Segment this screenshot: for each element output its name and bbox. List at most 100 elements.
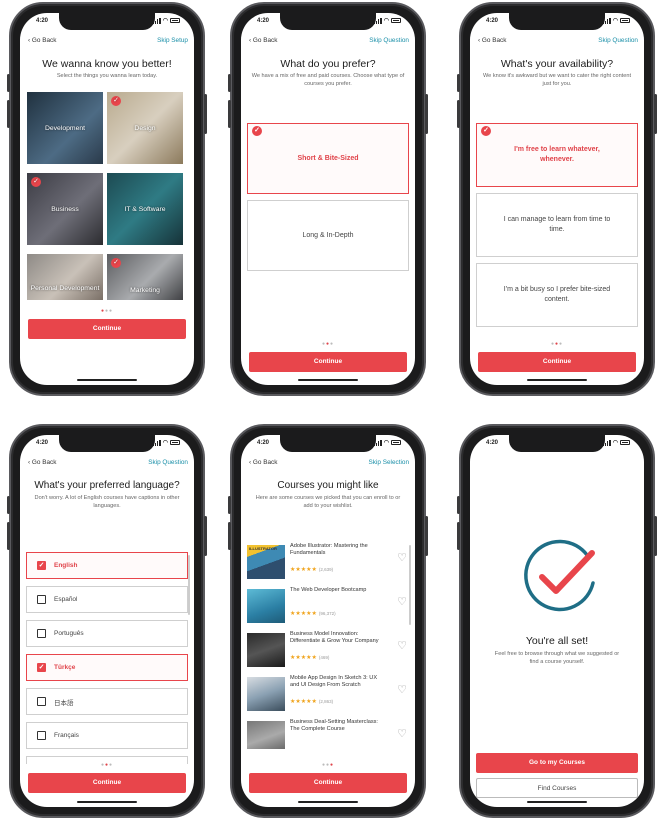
language-japanese[interactable]: 日本語 (26, 688, 188, 715)
continue-button[interactable]: Continue (28, 319, 186, 339)
check-icon: ✓ (111, 96, 121, 106)
battery-icon (391, 440, 401, 445)
course-item[interactable]: Business Model Innovation: Differentiate… (247, 631, 409, 673)
page-dots: ●●● (550, 341, 564, 347)
course-item[interactable]: Mobile App Design In Sketch 3: UX and UI… (247, 675, 409, 717)
checkbox-icon (37, 595, 46, 604)
wifi-icon: ◠ (162, 440, 168, 446)
screen-availability: 4:20 ◠ ‹ Go Back Skip Question What's yo… (470, 13, 644, 385)
find-courses-button[interactable]: Find Courses (476, 778, 638, 798)
wishlist-heart-icon[interactable]: ♡ (397, 727, 407, 740)
page-subtitle: We know it's awkward but we want to cate… (482, 73, 632, 87)
phone-5: 4:20 ◠ ‹ Go Back Skip Selection Courses … (228, 424, 428, 818)
check-icon: ✓ (481, 126, 491, 136)
screen-interests: 4:20 ◠ ‹ Go Back Skip Setup We wanna kno… (20, 13, 194, 385)
wifi-icon: ◠ (612, 18, 618, 24)
battery-icon (620, 18, 630, 23)
rating-stars: ★★★★★ (2,639) (290, 567, 334, 573)
tile-design[interactable]: ✓ Design (107, 92, 183, 164)
page-subtitle: We have a mix of free and paid courses. … (251, 73, 405, 87)
wishlist-heart-icon[interactable]: ♡ (397, 639, 407, 652)
page-subtitle: Feel free to browse through what we sugg… (494, 651, 620, 665)
phone-3: 4:20 ◠ ‹ Go Back Skip Question What's yo… (457, 2, 657, 396)
page-dots: ●●● (321, 762, 335, 768)
checkbox-icon: ✓ (37, 663, 46, 672)
tile-business[interactable]: ✓ Business (27, 173, 103, 245)
battery-icon (391, 18, 401, 23)
status-time: 4:20 (257, 18, 270, 24)
check-icon: ✓ (252, 126, 262, 136)
wishlist-heart-icon[interactable]: ♡ (397, 595, 407, 608)
status-time: 4:20 (257, 440, 270, 446)
page-subtitle: Here are some courses we picked that you… (255, 495, 401, 509)
tile-personal-development[interactable]: Personal Development (27, 254, 103, 300)
phone-1: 4:20 ◠ ‹ Go Back Skip Setup We wanna kno… (7, 2, 207, 396)
skip-question-link[interactable]: Skip Question (598, 37, 638, 44)
screen-courses: 4:20 ◠ ‹ Go Back Skip Selection Courses … (241, 435, 415, 807)
wishlist-heart-icon[interactable]: ♡ (397, 551, 407, 564)
screen-preference: 4:20 ◠ ‹ Go Back Skip Question What do y… (241, 13, 415, 385)
status-time: 4:20 (486, 18, 499, 24)
language-espanol[interactable]: Español (26, 586, 188, 613)
page-dots: ●●● (100, 308, 114, 314)
course-thumbnail (247, 633, 285, 667)
language-francais[interactable]: Français (26, 722, 188, 749)
scrollbar[interactable] (188, 555, 190, 615)
option-sometimes[interactable]: I can manage to learn from time to time. (476, 193, 638, 257)
language-portugues[interactable]: Português (26, 620, 188, 647)
scrollbar[interactable] (409, 545, 411, 625)
page-title: What's your availability? (500, 58, 614, 70)
check-icon: ✓ (111, 258, 121, 268)
back-button[interactable]: ‹ Go Back (478, 37, 506, 44)
tile-marketing[interactable]: ✓ Marketing (107, 254, 183, 300)
course-thumbnail (247, 589, 285, 623)
continue-button[interactable]: Continue (28, 773, 186, 793)
back-button[interactable]: ‹ Go Back (28, 37, 56, 44)
continue-button[interactable]: Continue (249, 773, 407, 793)
course-item[interactable]: Business Deal-Setting Masterclass: The C… (247, 719, 409, 749)
wishlist-heart-icon[interactable]: ♡ (397, 683, 407, 696)
course-item[interactable]: ILLUSTRATOR Adobe Illustrator: Mastering… (247, 543, 409, 585)
option-long[interactable]: Long & In-Depth (247, 200, 409, 271)
page-title: What's your preferred language? (34, 480, 180, 491)
tile-development[interactable]: Development (27, 92, 103, 164)
course-thumbnail (247, 721, 285, 749)
page-title: What do you prefer? (280, 58, 376, 70)
page-subtitle: Don't worry. A lot of English courses ha… (34, 495, 180, 509)
continue-button[interactable]: Continue (249, 352, 407, 372)
page-dots: ●●● (100, 762, 114, 768)
skip-setup-link[interactable]: Skip Setup (157, 37, 188, 44)
wifi-icon: ◠ (162, 18, 168, 24)
option-short[interactable]: ✓ Short & Bite-Sized (247, 123, 409, 194)
screen-language: 4:20 ◠ ‹ Go Back Skip Question What's yo… (20, 435, 194, 807)
course-item[interactable]: The Web Developer Bootcamp ★★★★★ (96,372) … (247, 587, 409, 629)
screen-complete: 4:20 ◠ You're all set! Feel free to brow… (470, 435, 644, 807)
page-title: We wanna know you better! (42, 58, 172, 70)
language-english[interactable]: ✓ English (26, 552, 188, 579)
page-title: Courses you might like (277, 480, 379, 491)
status-time: 4:20 (36, 18, 49, 24)
option-free[interactable]: ✓ I'm free to learn whatever, whenever. (476, 123, 638, 187)
skip-question-link[interactable]: Skip Question (148, 459, 188, 466)
checkbox-icon (37, 731, 46, 740)
option-busy[interactable]: I'm a bit busy so I prefer bite-sized co… (476, 263, 638, 327)
course-thumbnail: ILLUSTRATOR (247, 545, 285, 579)
phone-2: 4:20 ◠ ‹ Go Back Skip Question What do y… (228, 2, 428, 396)
back-button[interactable]: ‹ Go Back (249, 37, 277, 44)
phone-4: 4:20 ◠ ‹ Go Back Skip Question What's yo… (7, 424, 207, 818)
go-to-courses-button[interactable]: Go to my Courses (476, 753, 638, 773)
continue-button[interactable]: Continue (478, 352, 636, 372)
back-button[interactable]: ‹ Go Back (249, 459, 277, 466)
wifi-icon: ◠ (383, 440, 389, 446)
status-time: 4:20 (486, 440, 499, 446)
course-title: Business Model Innovation: Differentiate… (290, 631, 379, 644)
back-button[interactable]: ‹ Go Back (28, 459, 56, 466)
language-turkce[interactable]: ✓ Türkçe (26, 654, 188, 681)
phone-6: 4:20 ◠ You're all set! Feel free to brow… (457, 424, 657, 818)
battery-icon (170, 440, 180, 445)
rating-stars: ★★★★★ (469) (290, 655, 330, 661)
skip-question-link[interactable]: Skip Question (369, 37, 409, 44)
success-check-icon (524, 539, 595, 612)
skip-selection-link[interactable]: Skip Selection (369, 459, 410, 466)
tile-it-software[interactable]: IT & Software (107, 173, 183, 245)
